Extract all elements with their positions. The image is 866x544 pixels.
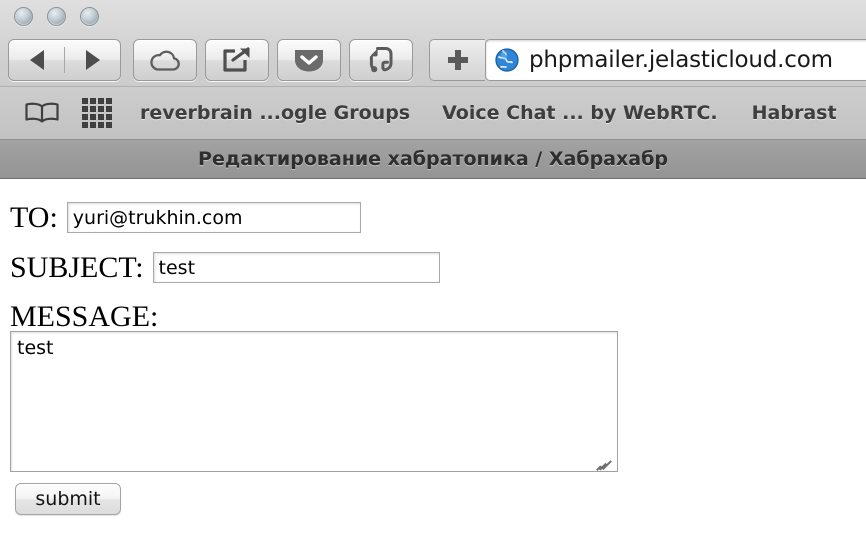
share-icon [223,47,250,72]
triangle-right-icon [85,50,100,70]
bookmark-item-reverbrain[interactable]: reverbrain ...ogle Groups [140,102,410,124]
message-textarea[interactable]: test [10,331,618,472]
zoom-button[interactable] [80,7,99,26]
browser-window: phpmailer.jelasticloud.com reverbrain ..… [0,0,866,544]
subject-input[interactable] [152,252,440,283]
subject-label: SUBJECT: [10,250,144,284]
tab-bar: Редактирование хабратопика / Хабрахабр [0,140,866,179]
grid-icon [82,98,112,128]
close-button[interactable] [14,7,33,26]
active-tab-title[interactable]: Редактирование хабратопика / Хабрахабр [198,148,668,170]
top-sites-button[interactable] [78,98,116,128]
triangle-left-icon [29,50,44,70]
share-button[interactable] [205,39,269,81]
sidebar-button[interactable] [22,101,62,125]
plus-icon [447,50,468,70]
page-content: TO: SUBJECT: MESSAGE: test submit [0,180,866,544]
to-label: TO: [10,200,58,234]
pocket-button[interactable] [277,39,341,81]
browser-chrome: phpmailer.jelasticloud.com reverbrain ..… [0,0,866,140]
cloud-icon [150,50,180,71]
evernote-button[interactable] [349,39,413,81]
minimize-button[interactable] [47,7,66,26]
browser-toolbar: phpmailer.jelasticloud.com [0,34,866,86]
navigation-buttons [8,39,121,81]
submit-button[interactable]: submit [15,483,121,515]
address-bar[interactable]: phpmailer.jelasticloud.com [485,39,866,81]
window-controls [14,7,99,26]
bookmarks-bar: reverbrain ...ogle Groups Voice Chat ...… [0,86,866,139]
message-label: MESSAGE: [10,300,159,333]
bookmark-item-habrast[interactable]: Habrast [752,102,837,124]
to-field-row: TO: [10,202,361,233]
url-text: phpmailer.jelasticloud.com [529,47,833,73]
title-bar [0,0,866,34]
to-input[interactable] [66,202,361,233]
subject-field-row: SUBJECT: [10,252,440,283]
evernote-elephant-icon [369,47,393,73]
new-tab-button[interactable] [429,39,485,81]
globe-icon [495,48,519,72]
pocket-chevron-icon [295,50,323,72]
forward-button[interactable] [65,40,120,80]
back-button[interactable] [9,40,64,80]
icloud-tabs-button[interactable] [133,39,197,81]
book-icon [25,102,59,123]
bookmark-item-voice-chat[interactable]: Voice Chat ... by WebRTC. [442,102,718,124]
